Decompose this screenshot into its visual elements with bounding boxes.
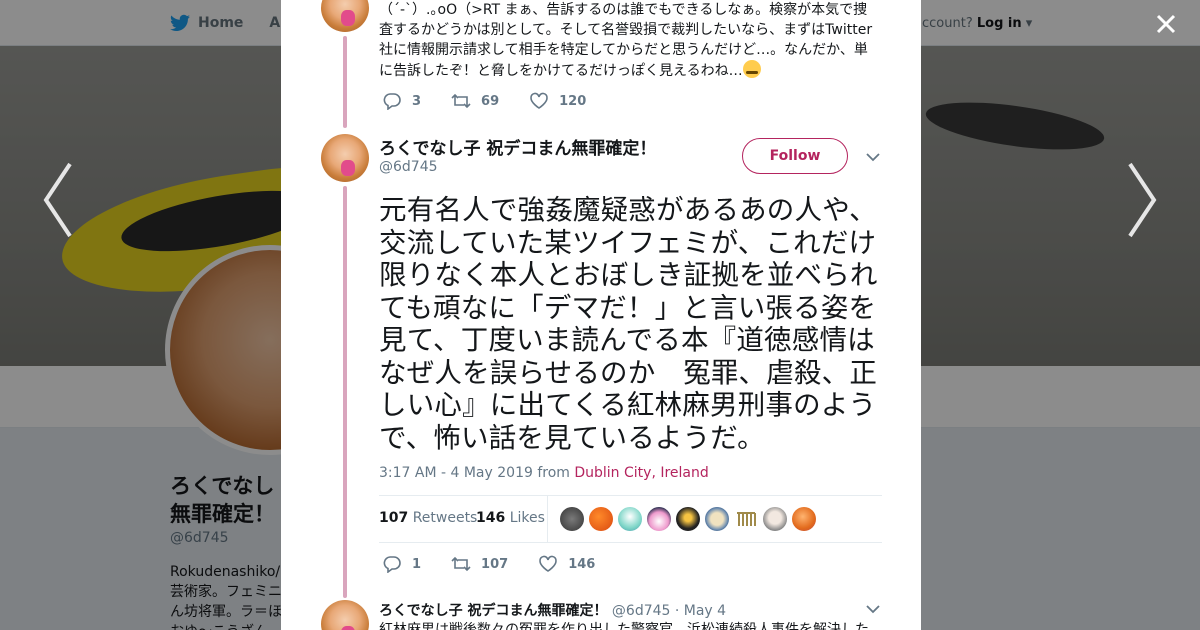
sleepy-face-icon: [742, 60, 761, 78]
retweet-stat[interactable]: 107 Retweets: [379, 510, 477, 526]
liker-avatar[interactable]: [705, 507, 729, 531]
tweet-timestamp[interactable]: 3:17 AM - 4 May 2019 from: [379, 465, 574, 481]
stats-divider: [547, 496, 548, 542]
close-icon[interactable]: [1152, 10, 1180, 38]
like-count: 146: [568, 556, 596, 572]
liker-avatar[interactable]: [560, 507, 584, 531]
reply-author-name[interactable]: ろくでなし子 祝デコまん無罪確定！: [379, 603, 607, 619]
reply-action[interactable]: 1: [382, 555, 421, 573]
next-arrow-icon[interactable]: [1122, 160, 1162, 240]
retweet-icon: [451, 93, 471, 109]
liker-avatar[interactable]: [647, 507, 671, 531]
like-action[interactable]: 120: [529, 92, 586, 110]
liker-avatar[interactable]: [734, 507, 758, 531]
tweet-text: （´-`）.｡oO（>RT まぁ、告訴するのは誰でもできるしなぁ。検察が本気で捜…: [379, 0, 879, 81]
retweet-count: 69: [481, 93, 500, 109]
tweet-stats: 107 Retweets 146 Likes: [379, 495, 882, 543]
liker-avatar[interactable]: [676, 507, 700, 531]
retweet-stat-label: Retweets: [412, 510, 478, 526]
tweet-text-content: （´-`）.｡oO（>RT まぁ、告訴するのは誰でもできるしなぁ。検察が本気で捜…: [379, 2, 873, 79]
tweet-location[interactable]: Dublin City, Ireland: [574, 465, 708, 481]
avatar[interactable]: [321, 0, 369, 32]
tweet-text-large: 元有名人で強姦魔疑惑があるあの人や、交流していた某ツイフェミが、これだけ限りなく…: [379, 194, 878, 454]
reply-count: 3: [412, 93, 422, 109]
retweet-action[interactable]: 107: [451, 555, 508, 573]
reply-handle-date[interactable]: @6d745 · May 4: [612, 603, 726, 619]
reply-count: 1: [412, 556, 422, 572]
building-icon: [737, 512, 756, 526]
chevron-down-icon[interactable]: [865, 152, 881, 162]
thread-connector-line: [343, 186, 347, 598]
tweet-metadata: 3:17 AM - 4 May 2019 from Dublin City, I…: [379, 465, 709, 481]
avatar[interactable]: [321, 600, 369, 630]
liker-avatar[interactable]: [763, 507, 787, 531]
author-handle[interactable]: @6d745: [379, 159, 438, 175]
avatar[interactable]: [321, 134, 369, 182]
retweet-count: 107: [481, 556, 509, 572]
tweet-actions: 3 69 120: [382, 92, 616, 110]
previous-arrow-icon[interactable]: [38, 160, 78, 240]
liker-avatar[interactable]: [618, 507, 642, 531]
heart-icon: [530, 92, 548, 109]
reply-icon: [383, 93, 401, 110]
reply-icon: [383, 556, 401, 573]
likers-avatars: [560, 507, 816, 531]
like-stat-label: Likes: [509, 510, 545, 526]
like-stat[interactable]: 146 Likes: [476, 510, 545, 526]
chevron-down-icon[interactable]: [865, 604, 881, 614]
follow-button[interactable]: Follow: [742, 138, 848, 174]
retweet-stat-count: 107: [379, 510, 409, 526]
reply-header: ろくでなし子 祝デコまん無罪確定！ @6d745 · May 4: [379, 600, 726, 620]
reply-action[interactable]: 3: [382, 92, 421, 110]
heart-icon: [539, 555, 557, 572]
like-count: 120: [559, 93, 587, 109]
retweet-icon: [451, 556, 471, 572]
like-stat-count: 146: [476, 510, 506, 526]
retweet-action[interactable]: 69: [451, 92, 499, 110]
author-name[interactable]: ろくでなし子 祝デコまん無罪確定！: [379, 134, 656, 159]
liker-avatar[interactable]: [792, 507, 816, 531]
thread-connector-line: [343, 36, 347, 128]
like-action[interactable]: 146: [538, 555, 595, 573]
reply-tweet-text: 紅林麻男は戦後数々の冤罪を作り出した警察官。浜松連続殺人事件を解決した: [379, 622, 869, 630]
tweet-actions: 1 107 146: [382, 555, 625, 573]
tweet-permalink-modal: （´-`）.｡oO（>RT まぁ、告訴するのは誰でもできるしなぁ。検察が本気で捜…: [281, 0, 921, 630]
liker-avatar[interactable]: [589, 507, 613, 531]
